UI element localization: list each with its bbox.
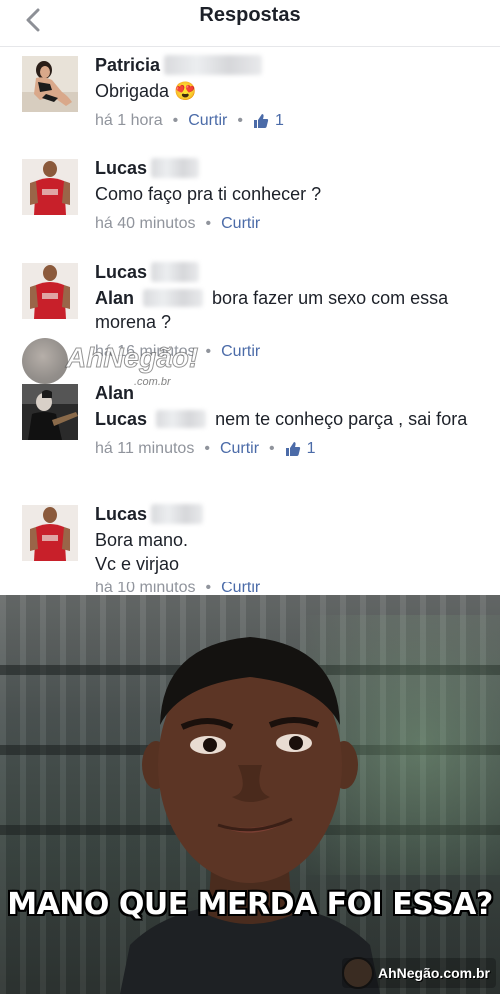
watermark-domain: .com.br	[134, 376, 171, 388]
redacted-surname	[156, 410, 207, 428]
comment-author[interactable]: Lucas	[95, 261, 147, 283]
site-logo: AhNegão.com.br	[341, 957, 496, 989]
comment-text: Lucas nem te conheço parça , sai fora	[95, 407, 480, 431]
avatar[interactable]	[22, 505, 78, 561]
thumbs-up-icon	[253, 113, 269, 129]
like-count[interactable]: 1	[307, 440, 316, 458]
comment-author[interactable]: Lucas	[95, 157, 147, 179]
comment-text: Alan bora fazer um sexo com essa morena …	[95, 286, 480, 334]
avatar[interactable]	[22, 56, 78, 112]
comment-text: Bora mano. Vc e virjao	[95, 530, 189, 574]
separator-dot: •	[204, 440, 210, 457]
avatar[interactable]	[22, 159, 78, 215]
separator-dot: •	[205, 343, 212, 360]
mention-link[interactable]: Alan	[95, 288, 134, 308]
comment-body: Obrigada	[95, 81, 170, 101]
avatar[interactable]	[22, 263, 78, 319]
redacted-surname	[151, 262, 200, 282]
like-button[interactable]: Curtir	[220, 440, 259, 458]
comment-timestamp: há 10 minutos	[95, 582, 196, 594]
meme-caption: MANO QUE MERDA FOI ESSA?	[7, 887, 493, 922]
comment-author[interactable]: Patricia	[95, 54, 160, 76]
comment-meta: há 10 minutos • Curtir	[95, 582, 480, 594]
watermark-face-icon	[22, 338, 68, 384]
comment-meta: há 1 hora • Curtir • 1	[95, 111, 480, 131]
site-logo-text: AhNegão.com.br	[377, 965, 490, 981]
comment-author[interactable]: Lucas	[95, 503, 147, 525]
redacted-surname	[151, 504, 204, 524]
separator-dot: •	[172, 112, 179, 129]
top-bar: Respostas	[0, 0, 500, 47]
comment-timestamp: há 40 minutos	[95, 215, 196, 232]
logo-face-icon	[341, 957, 374, 989]
like-button[interactable]: Curtir	[188, 112, 227, 130]
comment-text: Obrigada 😍	[95, 79, 480, 103]
like-button[interactable]: Curtir	[221, 343, 260, 361]
page-title: Respostas	[199, 4, 301, 26]
redacted-surname	[143, 289, 204, 307]
like-button[interactable]: Curtir	[221, 215, 260, 233]
watermark-brand: AhNegão!	[65, 342, 199, 374]
separator-dot: •	[237, 112, 243, 129]
thumbs-up-icon	[285, 441, 301, 457]
comment-timestamp: há 11 minutos	[95, 440, 195, 457]
comment-body: nem te conheço parça , sai fora	[215, 409, 468, 429]
comment-meta: há 40 minutos • Curtir	[95, 214, 480, 234]
separator-dot: •	[269, 440, 275, 457]
redacted-surname	[151, 158, 200, 178]
comment-meta: há 11 minutos • Curtir • 1	[95, 439, 480, 459]
watermark-logo: AhNegão! .com.br	[22, 338, 199, 398]
confused-man-figure	[120, 637, 380, 994]
comment-text: Como faço pra ti conhecer ?	[95, 184, 322, 204]
like-button[interactable]: Curtir	[221, 582, 260, 594]
meme-image: MANO QUE MERDA FOI ESSA? AhNegão.com.br	[0, 595, 500, 994]
mention-link[interactable]: Lucas	[95, 409, 147, 429]
redacted-surname	[164, 55, 263, 75]
separator-dot: •	[205, 582, 212, 594]
separator-dot: •	[205, 215, 212, 232]
comment-timestamp: há 1 hora	[95, 112, 163, 129]
heart-eyes-emoji-icon: 😍	[174, 81, 197, 101]
like-count[interactable]: 1	[275, 112, 284, 130]
